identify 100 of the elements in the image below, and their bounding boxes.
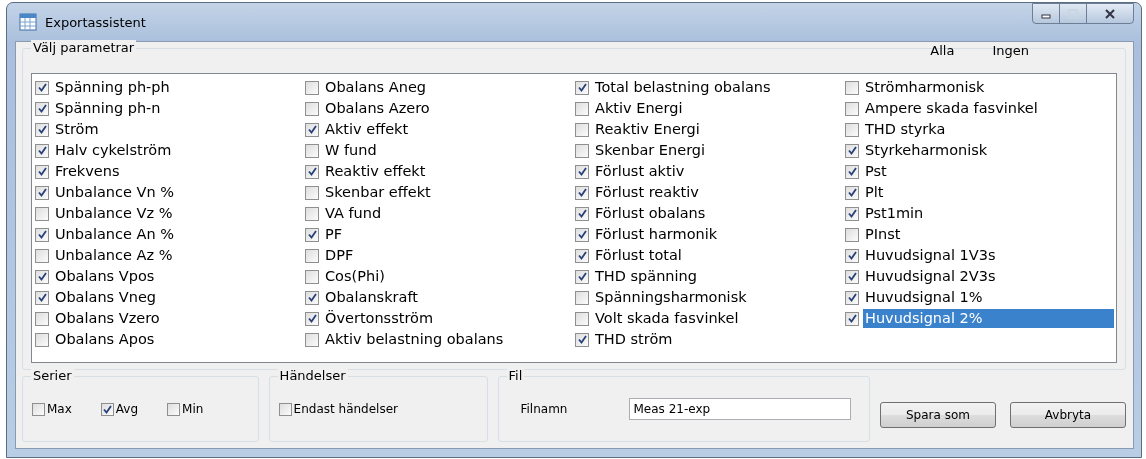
parameter-item[interactable]: THD styrka [863, 120, 948, 139]
minimize-button[interactable] [1032, 3, 1060, 24]
parameter-item[interactable]: Ström [53, 120, 101, 139]
checkbox[interactable] [305, 269, 319, 284]
checkbox[interactable] [35, 311, 49, 326]
parameter-item[interactable]: Frekvens [53, 162, 122, 181]
checkbox[interactable] [575, 290, 589, 305]
parameter-item[interactable]: Aktiv effekt [323, 120, 411, 139]
checkbox[interactable] [100, 402, 114, 416]
parameter-item[interactable]: Styrkeharmonisk [863, 141, 990, 160]
parameter-item[interactable]: Förlust aktiv [593, 162, 687, 181]
checkbox[interactable] [167, 402, 181, 416]
parameter-item[interactable]: Plt [863, 183, 886, 202]
checkbox[interactable] [575, 80, 589, 95]
parameter-item[interactable]: Spänning ph-n [53, 99, 163, 118]
checkbox[interactable] [845, 143, 859, 158]
parameter-item[interactable]: Förlust obalans [593, 204, 708, 223]
checkbox[interactable] [305, 206, 319, 221]
checkbox[interactable] [35, 269, 49, 284]
checkbox[interactable] [305, 248, 319, 263]
dialog-button[interactable]: Avbryta [1010, 402, 1126, 428]
parameter-item[interactable]: Obalans Vzero [53, 309, 162, 328]
checkbox[interactable] [305, 290, 319, 305]
parameter-item[interactable]: THD spänning [593, 267, 699, 286]
parameter-item[interactable]: Cos(Phi) [323, 267, 387, 286]
checkbox[interactable] [305, 143, 319, 158]
checkbox[interactable] [575, 185, 589, 200]
parameter-item[interactable]: Spänningsharmonisk [593, 288, 749, 307]
parameter-item[interactable]: Spänning ph-ph [53, 78, 172, 97]
checkbox[interactable] [305, 101, 319, 116]
checkbox[interactable] [575, 143, 589, 158]
close-button[interactable] [1086, 3, 1134, 24]
checkbox[interactable] [575, 101, 589, 116]
maximize-button[interactable] [1059, 3, 1087, 24]
parameter-item[interactable]: Unbalance Vz % [53, 204, 175, 223]
checkbox[interactable] [845, 164, 859, 179]
parameter-item[interactable]: Unbalance Vn % [53, 183, 176, 202]
parameter-item[interactable]: Unbalance Az % [53, 246, 175, 265]
checkbox[interactable] [35, 332, 49, 347]
parameter-item[interactable]: Förlust total [593, 246, 684, 265]
checkbox[interactable] [575, 269, 589, 284]
checkbox[interactable] [305, 185, 319, 200]
checkbox[interactable] [575, 206, 589, 221]
checkbox[interactable] [35, 248, 49, 263]
parameter-item[interactable]: Aktiv belastning obalans [323, 330, 506, 349]
checkbox[interactable] [845, 269, 859, 284]
checkbox[interactable] [35, 122, 49, 137]
select-all-link[interactable]: Alla [930, 43, 955, 58]
checkbox[interactable] [845, 122, 859, 137]
parameter-item[interactable]: Reaktiv Energi [593, 120, 702, 139]
parameter-item[interactable]: Obalanskraft [323, 288, 420, 307]
parameter-item[interactable]: Obalans Vneg [53, 288, 158, 307]
parameter-item[interactable]: Huvudsignal 1% [863, 288, 985, 307]
checkbox[interactable] [278, 402, 292, 416]
checkbox[interactable] [35, 101, 49, 116]
parameter-item[interactable]: Ampere skada fasvinkel [863, 99, 1040, 118]
checkbox[interactable] [305, 164, 319, 179]
parameter-item[interactable]: VA fund [323, 204, 384, 223]
parameter-item[interactable]: PF [323, 225, 345, 244]
checkbox[interactable] [845, 248, 859, 263]
parameter-item[interactable]: Halv cykelström [53, 141, 174, 160]
parameter-item[interactable]: Strömharmonisk [863, 78, 987, 97]
checkbox[interactable] [845, 101, 859, 116]
parameter-item[interactable]: Huvudsignal 1V3s [863, 246, 998, 265]
checkbox[interactable] [35, 290, 49, 305]
parameter-item[interactable]: Skenbar effekt [323, 183, 433, 202]
checkbox[interactable] [305, 311, 319, 326]
parameter-item[interactable]: Total belastning obalans [593, 78, 773, 97]
parameter-item[interactable]: Obalans Azero [323, 99, 432, 118]
checkbox[interactable] [305, 332, 319, 347]
parameter-item[interactable]: Aktiv Energi [593, 99, 685, 118]
checkbox[interactable] [845, 290, 859, 305]
parameter-item[interactable]: THD ström [593, 330, 675, 349]
checkbox[interactable] [845, 206, 859, 221]
checkbox[interactable] [575, 122, 589, 137]
filename-field[interactable]: Meas 21-exp [628, 398, 851, 420]
checkbox[interactable] [575, 311, 589, 326]
checkbox[interactable] [845, 227, 859, 242]
parameter-item[interactable]: Reaktiv effekt [323, 162, 428, 181]
parameter-item[interactable]: DPF [323, 246, 356, 265]
checkbox[interactable] [305, 80, 319, 95]
checkbox[interactable] [35, 206, 49, 221]
checkbox[interactable] [845, 80, 859, 95]
checkbox[interactable] [845, 311, 859, 326]
parameter-item[interactable]: Obalans Aneg [323, 78, 428, 97]
parameter-item[interactable]: Förlust harmonik [593, 225, 720, 244]
checkbox[interactable] [575, 164, 589, 179]
dialog-button[interactable]: Spara som [880, 402, 996, 428]
select-none-link[interactable]: Ingen [992, 43, 1029, 58]
parameter-item[interactable]: Huvudsignal 2% [863, 309, 1114, 328]
checkbox[interactable] [305, 122, 319, 137]
parameter-item[interactable]: Skenbar Energi [593, 141, 708, 160]
parameter-item[interactable]: Huvudsignal 2V3s [863, 267, 998, 286]
parameter-item[interactable]: Pst [863, 162, 889, 181]
parameter-item[interactable]: PInst [863, 225, 903, 244]
checkbox[interactable] [32, 402, 45, 416]
parameter-item[interactable]: Volt skada fasvinkel [593, 309, 741, 328]
parameter-item[interactable]: Förlust reaktiv [593, 183, 701, 202]
parameter-item[interactable]: Pst1min [863, 204, 926, 223]
checkbox[interactable] [35, 80, 49, 95]
